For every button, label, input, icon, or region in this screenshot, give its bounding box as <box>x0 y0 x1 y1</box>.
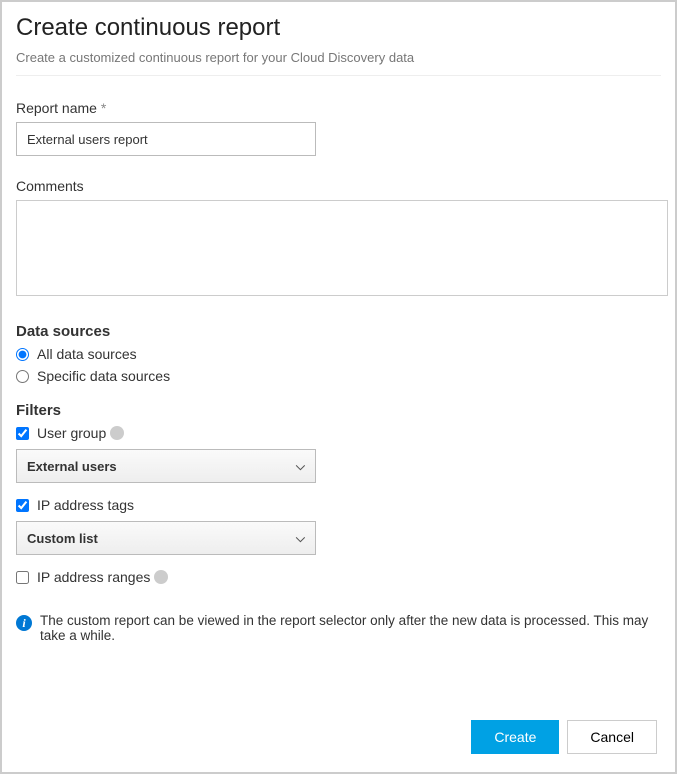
comments-label: Comments <box>16 178 661 194</box>
report-name-input[interactable] <box>16 122 316 156</box>
comments-textarea[interactable] <box>16 200 668 296</box>
info-note-row: i The custom report can be viewed in the… <box>16 613 661 643</box>
checkbox-ip-ranges-input[interactable] <box>16 571 29 584</box>
select-ip-tags-value: Custom list <box>27 531 98 546</box>
filters-header: Filters <box>16 402 661 419</box>
checkbox-user-group[interactable]: User group <box>16 425 661 441</box>
info-note-text: The custom report can be viewed in the r… <box>40 613 661 643</box>
required-marker: * <box>101 100 106 116</box>
filters-block: User group External users ⌵ IP address t… <box>16 425 661 585</box>
info-badge-icon: i <box>16 615 32 631</box>
report-name-label: Report name * <box>16 100 661 116</box>
info-icon <box>154 570 168 584</box>
chevron-down-icon: ⌵ <box>296 531 305 546</box>
checkbox-ip-tags-input[interactable] <box>16 499 29 512</box>
data-sources-radio-group: All data sources Specific data sources <box>16 346 661 384</box>
radio-all-input[interactable] <box>16 348 29 361</box>
chevron-down-icon: ⌵ <box>296 459 305 474</box>
checkbox-ip-ranges[interactable]: IP address ranges <box>16 569 661 585</box>
select-user-group[interactable]: External users ⌵ <box>16 449 316 483</box>
create-button[interactable]: Create <box>471 720 559 754</box>
checkbox-user-group-input[interactable] <box>16 427 29 440</box>
divider <box>16 75 661 76</box>
button-row: Create Cancel <box>471 720 657 754</box>
select-ip-tags[interactable]: Custom list ⌵ <box>16 521 316 555</box>
select-user-group-value: External users <box>27 459 117 474</box>
page-subtitle: Create a customized continuous report fo… <box>16 50 661 65</box>
checkbox-ip-tags[interactable]: IP address tags <box>16 497 661 513</box>
info-icon <box>110 426 124 440</box>
page-title: Create continuous report <box>16 14 661 42</box>
data-sources-header: Data sources <box>16 323 661 340</box>
radio-all-data-sources[interactable]: All data sources <box>16 346 661 362</box>
cancel-button[interactable]: Cancel <box>567 720 657 754</box>
radio-specific-data-sources[interactable]: Specific data sources <box>16 368 661 384</box>
create-report-panel: Create continuous report Create a custom… <box>2 2 675 772</box>
radio-specific-input[interactable] <box>16 370 29 383</box>
